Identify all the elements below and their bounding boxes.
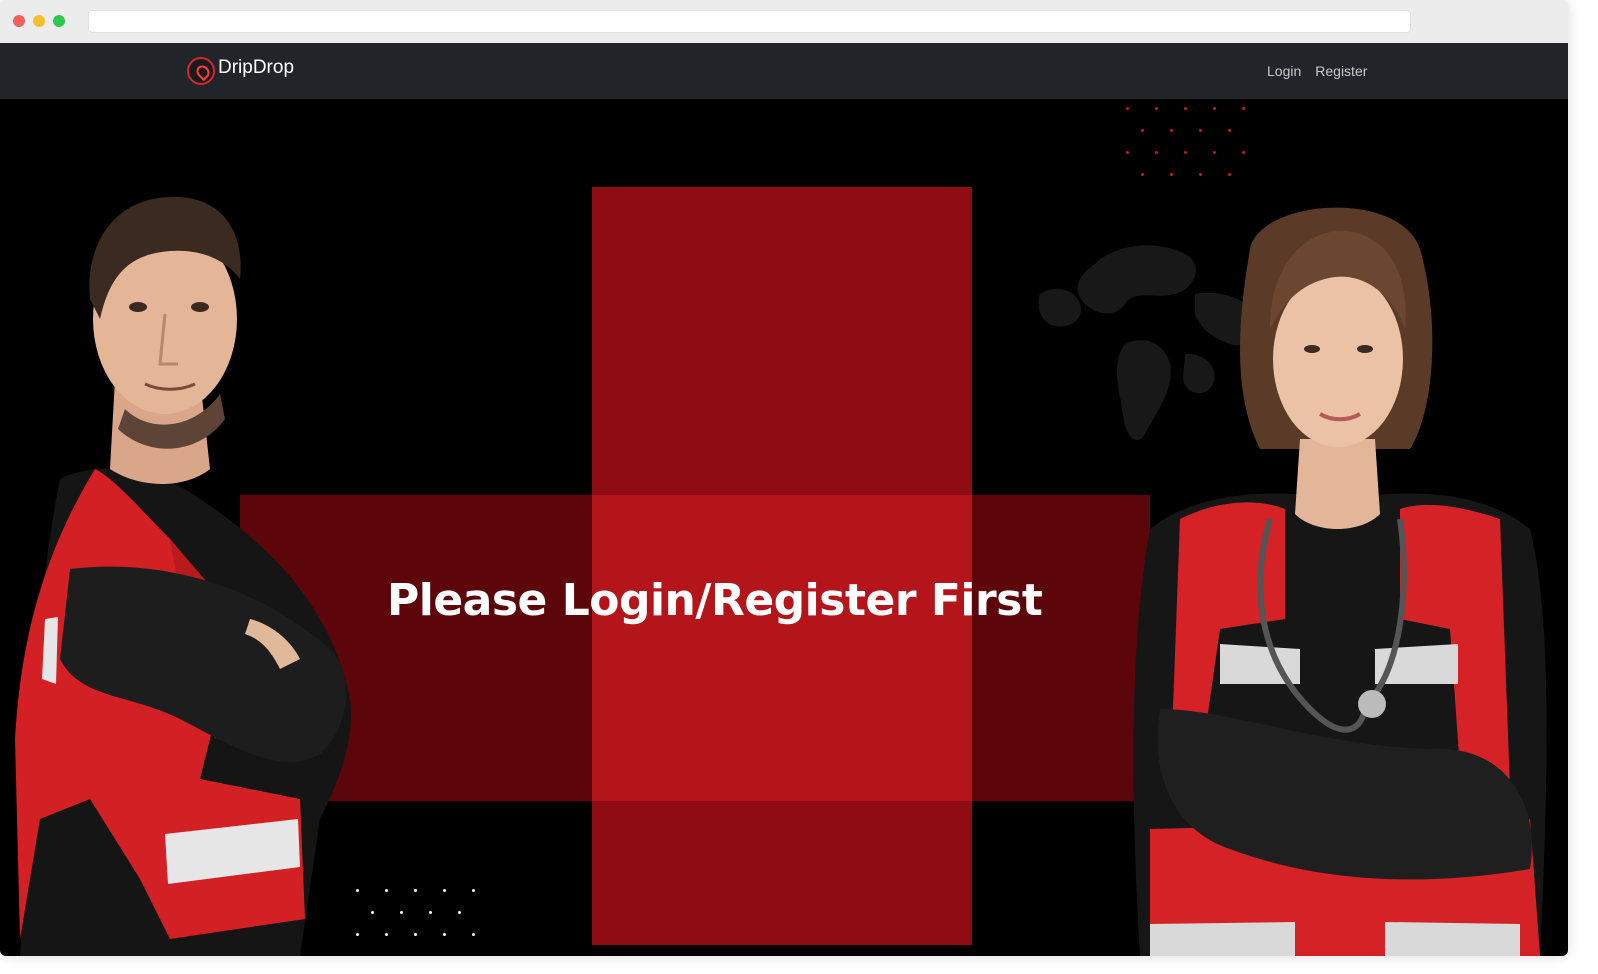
- nav-link-login[interactable]: Login: [1267, 63, 1301, 79]
- hero-banner: Please Login/Register First: [0, 99, 1568, 956]
- female-paramedic-image: [1133, 207, 1547, 956]
- maximize-window-icon[interactable]: [53, 15, 65, 27]
- red-cross-center: [592, 495, 972, 801]
- browser-window: DripDrop Login Register Please Login/Reg…: [0, 0, 1568, 956]
- brand[interactable]: DripDrop: [187, 57, 294, 85]
- brand-name: DripDrop: [218, 57, 295, 78]
- male-paramedic-image: [15, 196, 351, 956]
- minimize-window-icon[interactable]: [33, 15, 45, 27]
- blood-drop-logo-icon: [187, 57, 215, 85]
- dot-pattern-bottom: [356, 889, 476, 949]
- nav-links: Login Register: [1267, 63, 1367, 79]
- nav-link-register[interactable]: Register: [1315, 63, 1367, 79]
- top-navbar: DripDrop Login Register: [0, 43, 1568, 99]
- address-bar[interactable]: [88, 10, 1411, 33]
- browser-toolbar: [0, 0, 1568, 43]
- close-window-icon[interactable]: [13, 15, 25, 27]
- login-required-message: Please Login/Register First: [387, 575, 1043, 626]
- dot-pattern-top: [1126, 107, 1251, 179]
